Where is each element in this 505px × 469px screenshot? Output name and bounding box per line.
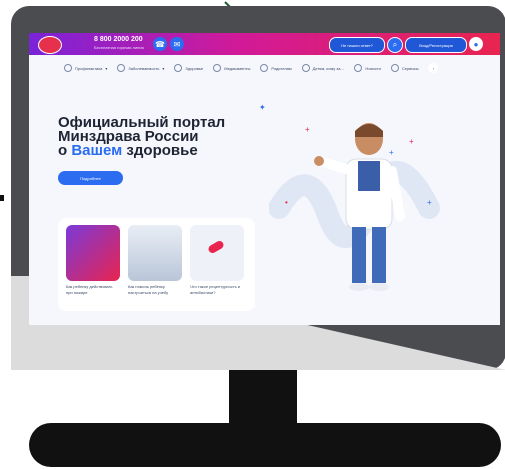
person-icon bbox=[301, 64, 310, 72]
search-icon[interactable]: ⌕ bbox=[387, 37, 403, 53]
nav-label: Новости bbox=[365, 65, 381, 71]
article-card[interactable]: Как помочь ребенку настроиться на учебу bbox=[128, 225, 182, 296]
monitor-stand-base bbox=[29, 423, 501, 467]
nav-item-services[interactable]: Сервисы bbox=[390, 64, 419, 72]
nav-label: Детям, кому за… bbox=[312, 65, 345, 71]
sparkle-icon: ✦ bbox=[259, 103, 266, 112]
nav-item-prevention[interactable]: Профилактика ▾ bbox=[64, 64, 107, 72]
virus-icon bbox=[117, 64, 126, 72]
nav-item-medicines[interactable]: Медикаменты bbox=[213, 64, 250, 72]
nav-item-elderly[interactable]: Детям, кому за… bbox=[301, 64, 345, 72]
chevron-down-icon: ▾ bbox=[162, 65, 165, 71]
card-caption: Что такое рецептурность и антибиотики? bbox=[190, 284, 240, 295]
family-icon bbox=[260, 64, 269, 72]
margin-mark bbox=[0, 195, 4, 201]
article-cards: Как ребенку действовать при пожаре Как п… bbox=[58, 218, 255, 311]
top-header-bar: 8 800 2000 200 Бесплатная горячая линия … bbox=[29, 33, 500, 55]
hero-title: Официальный портал Минздрава России о Ва… bbox=[58, 115, 248, 159]
hero-title-text: о bbox=[58, 142, 72, 159]
nav-item-news[interactable]: Новости bbox=[354, 64, 381, 72]
child-study-image bbox=[128, 225, 182, 281]
ministry-logo[interactable] bbox=[38, 36, 62, 54]
news-icon bbox=[354, 64, 363, 72]
hotline-phone[interactable]: 8 800 2000 200 bbox=[94, 36, 143, 43]
nav-scroll-button[interactable]: ‹ bbox=[428, 63, 439, 73]
hero-title-line: о Вашем здоровье bbox=[58, 142, 248, 159]
plus-icon: + bbox=[427, 198, 432, 207]
pill-image bbox=[190, 225, 244, 281]
nav-label: Здоровье bbox=[185, 65, 204, 71]
question-button[interactable]: Не нашли ответ? bbox=[329, 37, 385, 53]
login-button[interactable]: Вход/Регистрация bbox=[405, 37, 467, 53]
fire-safety-image bbox=[66, 225, 120, 281]
nav-label: Родителям bbox=[271, 65, 292, 71]
chat-icon[interactable]: ✉ bbox=[170, 37, 184, 51]
nav-label: Профилактика bbox=[75, 65, 103, 71]
nav-label: Сервисы bbox=[401, 65, 419, 71]
plus-icon: + bbox=[389, 148, 394, 157]
card-caption: Как помочь ребенку настроиться на учебу bbox=[128, 284, 169, 295]
user-icon[interactable]: ● bbox=[469, 37, 483, 51]
hero-title-accent: Вашем bbox=[71, 142, 123, 159]
hero-title-text: здоровье bbox=[122, 142, 198, 159]
heart-icon bbox=[174, 64, 183, 72]
hotline-caption: Бесплатная горячая линия bbox=[94, 45, 144, 50]
article-card[interactable]: Как ребенку действовать при пожаре bbox=[66, 225, 120, 296]
phone-icon[interactable]: ☎ bbox=[153, 37, 167, 51]
dot-icon: • bbox=[285, 198, 288, 207]
plus-icon: + bbox=[409, 137, 414, 146]
doctor-figure bbox=[314, 123, 405, 291]
plus-icon: + bbox=[305, 125, 310, 134]
browser-screen: 8 800 2000 200 Бесплатная горячая линия … bbox=[29, 33, 500, 325]
shield-icon bbox=[64, 64, 72, 72]
more-button[interactable]: Подробнее bbox=[58, 171, 123, 185]
chevron-down-icon: ▾ bbox=[105, 65, 108, 71]
card-caption: Как ребенку действовать при пожаре bbox=[66, 284, 113, 295]
nav-item-diseases[interactable]: Заболеваемость ▾ bbox=[117, 64, 164, 72]
nav-label: Медикаменты bbox=[224, 65, 251, 71]
pill-icon bbox=[213, 64, 222, 72]
nav-item-parents[interactable]: Родителям bbox=[260, 64, 292, 72]
main-nav: Профилактика ▾ Заболеваемость ▾ Здоровье М… bbox=[29, 59, 500, 77]
monitor-stand-neck bbox=[229, 360, 297, 432]
pill-icon bbox=[207, 239, 225, 255]
nav-item-health[interactable]: Здоровье bbox=[174, 64, 203, 72]
nav-label: Заболеваемость bbox=[128, 65, 160, 71]
grid-icon bbox=[390, 64, 399, 72]
article-card[interactable]: Что такое рецептурность и антибиотики? bbox=[190, 225, 244, 296]
